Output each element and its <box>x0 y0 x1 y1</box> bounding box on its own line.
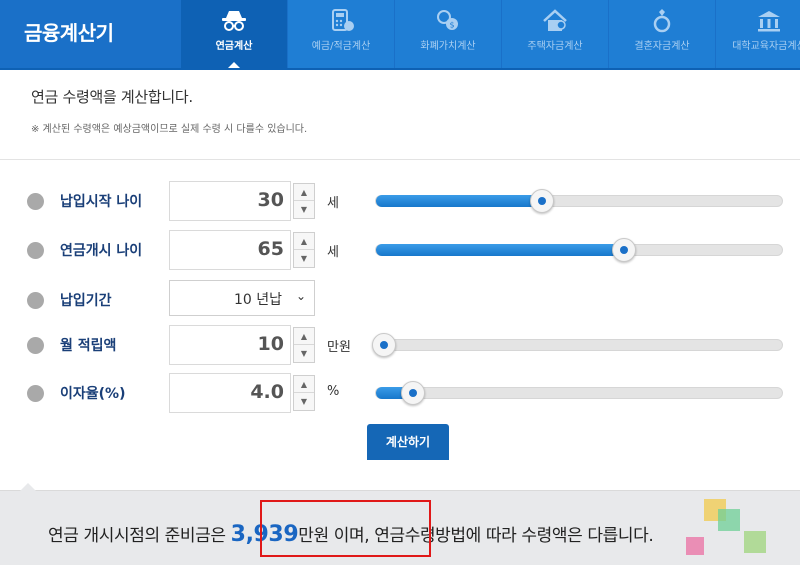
rate-label: 이자율(%) <box>60 386 126 402</box>
monthly-input[interactable]: 10 <box>169 325 291 365</box>
pension-age-input[interactable]: 65 <box>169 230 291 270</box>
app-header: 금융계산기 연금계산 예금/적금계산 $ 화폐가치계산 주택자금계산 결혼자금계… <box>0 0 800 68</box>
coins-icon: $ <box>437 10 458 30</box>
person-icon <box>27 193 44 210</box>
period-row: 납입기간 10 년납 ⌄ <box>0 280 800 320</box>
description-panel: 연금 수령액을 계산합니다. ※ 계산된 수령액은 예상금액이므로 실제 수령 … <box>0 70 800 160</box>
increment-arrow-icon[interactable]: ▲ <box>294 184 314 201</box>
slider-fill <box>376 195 542 207</box>
won-coin-icon <box>27 385 44 402</box>
tab-housing[interactable]: 주택자금계산 <box>502 0 608 68</box>
monthly-value: 10 <box>257 333 284 355</box>
page-title: 연금 수령액을 계산합니다. <box>31 88 193 106</box>
tab-label: 화폐가치계산 <box>420 41 476 52</box>
ring-icon <box>653 9 671 33</box>
period-label: 납입기간 <box>60 293 112 309</box>
monthly-row: 월 적립액 10 ▲ ▼ 만원 <box>0 325 800 365</box>
decrement-arrow-icon[interactable]: ▼ <box>294 250 314 267</box>
heart-icon <box>27 292 44 309</box>
tab-university[interactable]: 대학교육자금계산 <box>716 0 800 68</box>
monthly-label: 월 적립액 <box>60 338 117 354</box>
period-select[interactable]: 10 년납 ⌄ <box>169 280 315 316</box>
pension-age-label: 연금개시 나이 <box>60 243 143 259</box>
wallet-icon <box>27 337 44 354</box>
slider-handle[interactable] <box>612 238 636 262</box>
slider-fill <box>376 244 624 256</box>
rate-unit: % <box>327 384 340 399</box>
start-age-row: 납입시작 나이 30 ▲ ▼ 세 <box>0 181 800 221</box>
monthly-unit: 만원 <box>327 340 351 355</box>
pension-age-stepper[interactable]: ▲ ▼ <box>293 232 315 268</box>
start-age-value: 30 <box>257 189 284 211</box>
tab-savings[interactable]: 예금/적금계산 <box>288 0 394 68</box>
pension-age-slider[interactable] <box>375 238 783 262</box>
result-prefix: 연금 개시시점의 준비금은 <box>48 526 231 546</box>
calculator-tabs: 연금계산 예금/적금계산 $ 화폐가치계산 주택자금계산 결혼자금계산 대학교육… <box>181 0 800 68</box>
monthly-slider[interactable] <box>372 333 783 357</box>
decorative-square <box>686 537 704 555</box>
tab-label: 연금계산 <box>215 41 253 52</box>
monthly-stepper[interactable]: ▲ ▼ <box>293 327 315 363</box>
person-icon <box>27 242 44 259</box>
university-icon <box>758 11 780 32</box>
slider-handle[interactable] <box>401 381 425 405</box>
svg-text:$: $ <box>449 21 454 30</box>
calculator-icon <box>332 9 354 31</box>
tab-label: 예금/적금계산 <box>311 41 371 52</box>
pension-age-row: 연금개시 나이 65 ▲ ▼ 세 <box>0 230 800 270</box>
start-age-input[interactable]: 30 <box>169 181 291 221</box>
rate-value: 4.0 <box>250 381 284 403</box>
chevron-down-icon: ⌄ <box>295 289 306 303</box>
pension-age-unit: 세 <box>327 245 339 260</box>
decrement-arrow-icon[interactable]: ▼ <box>294 345 314 362</box>
slider-handle[interactable] <box>530 189 554 213</box>
rate-input[interactable]: 4.0 <box>169 373 291 413</box>
rate-row: 이자율(%) 4.0 ▲ ▼ % <box>0 373 800 413</box>
rate-stepper[interactable]: ▲ ▼ <box>293 375 315 411</box>
tab-label: 결혼자금계산 <box>634 41 690 52</box>
start-age-slider[interactable] <box>375 189 783 213</box>
disclaimer-note: ※ 계산된 수령액은 예상금액이므로 실제 수령 시 다를수 있습니다. <box>31 124 308 135</box>
result-pointer <box>20 483 36 491</box>
slider-handle[interactable] <box>372 333 396 357</box>
spy-glasses-icon <box>222 11 246 31</box>
tab-pension[interactable]: 연금계산 <box>181 0 287 68</box>
increment-arrow-icon[interactable]: ▲ <box>294 233 314 250</box>
decorative-square <box>744 531 766 553</box>
rate-slider[interactable] <box>375 381 783 405</box>
highlight-box <box>260 500 431 557</box>
decrement-arrow-icon[interactable]: ▼ <box>294 201 314 218</box>
tab-wedding[interactable]: 결혼자금계산 <box>609 0 715 68</box>
tab-money-value[interactable]: $ 화폐가치계산 <box>395 0 501 68</box>
tab-label: 대학교육자금계산 <box>732 41 800 52</box>
tab-label: 주택자금계산 <box>527 41 583 52</box>
start-age-stepper[interactable]: ▲ ▼ <box>293 183 315 219</box>
period-value: 10 년납 <box>233 292 282 308</box>
start-age-label: 납입시작 나이 <box>60 194 143 210</box>
app-title: 금융계산기 <box>24 21 114 45</box>
calculate-button[interactable]: 계산하기 <box>367 424 449 460</box>
pension-age-value: 65 <box>257 238 284 260</box>
increment-arrow-icon[interactable]: ▲ <box>294 328 314 345</box>
start-age-unit: 세 <box>327 196 339 211</box>
decorative-square <box>718 509 740 531</box>
house-icon <box>543 9 567 31</box>
increment-arrow-icon[interactable]: ▲ <box>294 376 314 393</box>
decrement-arrow-icon[interactable]: ▼ <box>294 393 314 410</box>
